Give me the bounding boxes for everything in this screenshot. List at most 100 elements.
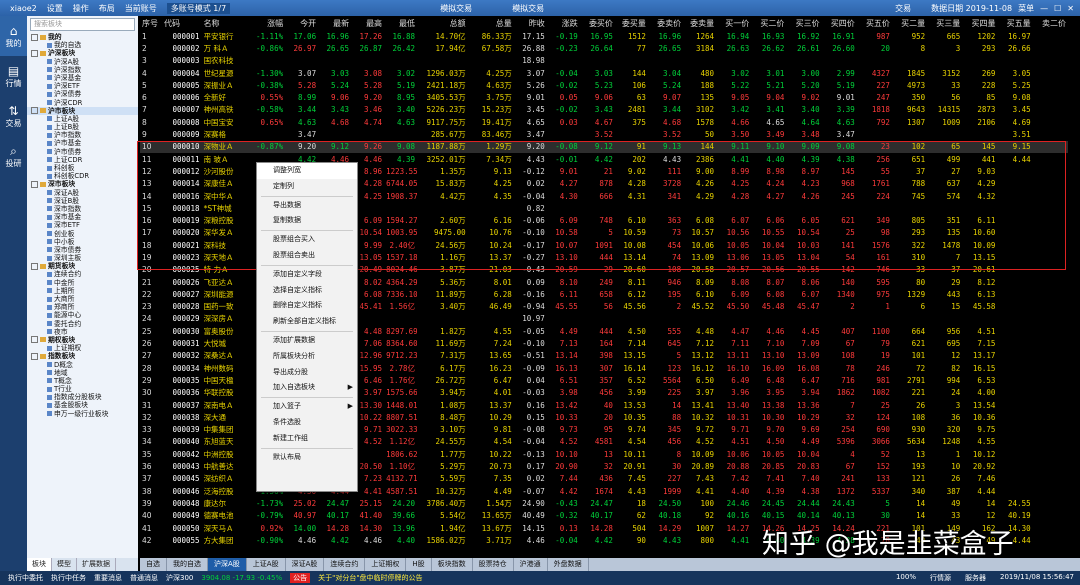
column-header[interactable]: 买三价 (786, 16, 821, 30)
expand-icon[interactable] (31, 180, 38, 188)
tree-node[interactable]: 沪市基金 (27, 139, 138, 147)
mode-select[interactable]: 多账号模式 1/7 (166, 2, 231, 14)
tree-node[interactable]: 地域 (27, 369, 138, 377)
context-menu-item[interactable]: 股票组合买入 (257, 232, 357, 248)
expand-icon[interactable] (31, 33, 38, 41)
tree-node[interactable]: T行业 (27, 385, 138, 393)
status-normal[interactable]: 普通消息 (130, 573, 158, 583)
context-menu-item[interactable]: 复制数据 (257, 213, 357, 229)
context-menu-item[interactable]: 添加扩展数据 (257, 333, 357, 349)
context-menu-item[interactable]: 股票组合卖出 (257, 248, 357, 264)
tree-node[interactable]: 沪市指数 (27, 131, 138, 139)
tree-node[interactable]: 沪市板块 (27, 106, 138, 115)
bottom-tab[interactable]: 沪港通 (514, 558, 548, 571)
bottom-tab[interactable]: 沪深A股 (208, 558, 247, 571)
status-important[interactable]: 重要消息 (94, 573, 122, 583)
bottom-tab[interactable]: 外盘数据 (548, 558, 589, 571)
close-icon[interactable]: ✕ (1067, 4, 1074, 13)
bottom-tab[interactable]: 自选 (140, 558, 167, 571)
context-menu-item[interactable]: 刷新全部自定义指标 (257, 314, 357, 330)
bottom-tab[interactable]: 连续合约 (324, 558, 366, 571)
tree-node[interactable]: T概念 (27, 377, 138, 385)
tree-node[interactable]: 申万一级行业板块 (27, 410, 138, 418)
column-header[interactable]: 最新 (318, 16, 351, 30)
tree-node[interactable]: 科创板CDR (27, 172, 138, 180)
tree-node[interactable]: 我的自选 (27, 41, 138, 49)
table-row[interactable]: 5 000005 深振业Ａ -0.38% 5.28 5.24 5.28 5.19 2421.18… (140, 79, 1068, 91)
trade-tab-b[interactable]: 模拟交易 (512, 3, 544, 14)
tree-node[interactable]: 深市指数 (27, 205, 138, 213)
table-row[interactable]: 10 000010 深物业Ａ -0.87% 9.20 9.12 9.26 9.08 1187.8… (140, 140, 1068, 153)
tree-node[interactable]: 指数成分股板块 (27, 393, 138, 401)
column-header[interactable]: 今开 (285, 16, 318, 30)
table-row[interactable]: 4 000004 世纪星源 -1.30% 3.07 3.03 3.08 3.02 1296.03… (140, 67, 1068, 79)
minimize-icon[interactable]: — (1040, 4, 1048, 13)
table-row[interactable]: 7 000007 神州高铁 -0.58% 3.44 3.43 3.46 3.40 5226.23… (140, 104, 1068, 116)
context-menu-item[interactable]: 所属板块分析 (257, 349, 357, 365)
tree-node[interactable]: 科创板 (27, 164, 138, 172)
column-header[interactable]: 序号 (140, 16, 162, 30)
context-menu-item[interactable]: 添加自定义字段 (257, 267, 357, 283)
column-header[interactable]: 名称 (202, 16, 246, 30)
tree-node[interactable]: 深证B股 (27, 197, 138, 205)
table-row[interactable]: 9 000009 深赛格 3.47 285.67万 83.46万 3.47 3.52 3.52 5… (140, 128, 1068, 140)
column-header[interactable]: 最高 (351, 16, 384, 30)
tree-node[interactable]: 夜市 (27, 328, 138, 336)
tree-node[interactable]: 委托合约 (27, 320, 138, 328)
tree-node[interactable]: 期权板块 (27, 336, 138, 344)
tree-node[interactable]: 指数板块 (27, 352, 138, 360)
column-header[interactable]: 买五量 (997, 16, 1032, 30)
context-menu-item[interactable]: 新建工作组 (257, 431, 357, 447)
table-row[interactable]: 1 000001 平安银行 -1.11% 17.06 16.96 17.26 16.88 14.… (140, 30, 1068, 42)
tree-node[interactable]: 郑商所 (27, 303, 138, 311)
column-header[interactable]: 买二量 (892, 16, 927, 30)
table-row[interactable]: 3 000003 国农科技 18.98 (140, 55, 1068, 67)
tree-node[interactable]: 中金所 (27, 279, 138, 287)
tree-node[interactable]: 沪市债券 (27, 148, 138, 156)
status-server[interactable]: 服务器 (965, 573, 986, 583)
column-header[interactable]: 买二价 (751, 16, 786, 30)
bottom-tab[interactable]: H股 (406, 558, 432, 571)
context-menu-item[interactable]: 定制列 (257, 179, 357, 195)
bottom-tab[interactable]: 股票持仓 (473, 558, 514, 571)
user-label[interactable]: 交易 (895, 3, 911, 14)
bottom-tab[interactable]: 上证期权 (365, 558, 407, 571)
tree-node[interactable]: 深证A股 (27, 189, 138, 197)
nav-item-3[interactable]: ⌕ 投研 (0, 136, 27, 176)
expand-icon[interactable] (31, 336, 38, 344)
column-header[interactable]: 卖二价 (1033, 16, 1068, 30)
column-header[interactable]: 昨收 (514, 16, 547, 30)
tree-node[interactable]: 上证A股 (27, 115, 138, 123)
tree-tab[interactable]: 模型 (52, 558, 77, 571)
tree-node[interactable]: 能源中心 (27, 311, 138, 319)
context-menu-item[interactable]: 默认布局 (257, 450, 357, 466)
tree-node[interactable]: 沪深CDR (27, 99, 138, 107)
table-row[interactable]: 39 000048 康达尔 -1.73% 25.02 24.47 25.15 24.20 378… (140, 497, 1068, 509)
bottom-tab[interactable]: 我的自选 (167, 558, 208, 571)
column-header[interactable]: 总额 (417, 16, 468, 30)
menu-button[interactable]: 菜单 (1018, 3, 1034, 14)
tree-tab[interactable]: 扩展数据 (77, 558, 116, 571)
column-header[interactable]: 委卖价 (648, 16, 683, 30)
expand-icon[interactable] (31, 107, 38, 115)
tree-node[interactable]: 基金股板块 (27, 401, 138, 409)
tree-node[interactable]: 上证期权 (27, 344, 138, 352)
context-menu-item[interactable]: 加入自选板块 ▶ (257, 380, 357, 396)
column-header[interactable]: 最低 (384, 16, 417, 30)
context-menu-item[interactable]: 导出数据 (257, 198, 357, 214)
settings-menu[interactable]: 设置 (47, 3, 63, 14)
column-header[interactable]: 涨幅 (246, 16, 286, 30)
tree-node[interactable]: 连续合约 (27, 270, 138, 278)
tree-node[interactable]: 创业板 (27, 230, 138, 238)
tree-node[interactable]: 沪深A股 (27, 58, 138, 66)
tree-node[interactable]: 深圳主板 (27, 254, 138, 262)
table-row[interactable]: 40 000049 德赛电池 -0.79% 40.97 40.17 41.40 39.66 5.… (140, 510, 1068, 522)
column-header[interactable]: 代码 (162, 16, 202, 30)
column-header[interactable]: 买一价 (716, 16, 751, 30)
column-header[interactable]: 涨跌 (547, 16, 580, 30)
tree-node[interactable]: 沪深板块 (27, 49, 138, 57)
sector-search-input[interactable]: 搜索板块 (30, 18, 135, 31)
tree-node[interactable]: 期货板块 (27, 262, 138, 270)
tree-node[interactable]: 沪深基金 (27, 74, 138, 82)
tree-node[interactable]: 深市ETF (27, 221, 138, 229)
